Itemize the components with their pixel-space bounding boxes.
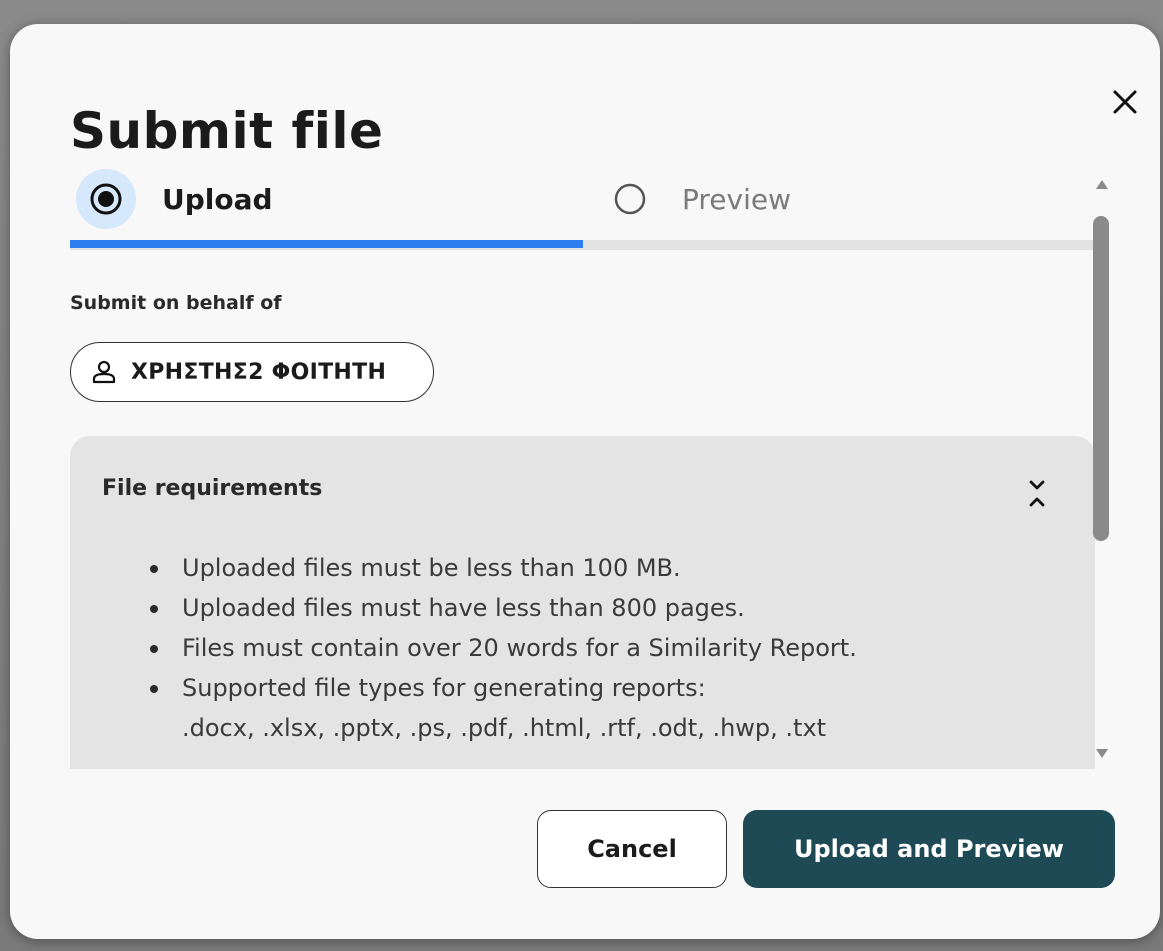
content-scrollbar[interactable] bbox=[1092, 174, 1112, 774]
upload-and-preview-button[interactable]: Upload and Preview bbox=[743, 810, 1115, 888]
step-preview-label: Preview bbox=[682, 182, 791, 216]
collapse-expand-icon bbox=[1029, 480, 1045, 507]
scroll-down-icon bbox=[1096, 749, 1108, 758]
requirement-item: Supported file types for generating repo… bbox=[144, 668, 857, 748]
supported-file-types: .docx, .xlsx, .pptx, .ps, .pdf, .html, .… bbox=[182, 714, 827, 742]
requirements-toggle-button[interactable] bbox=[1020, 474, 1054, 514]
submit-file-dialog: Submit file Upload Preview Submit on beh… bbox=[10, 24, 1160, 939]
dialog-content: Upload Preview Submit on behalf of ΧΡΗΣΤ… bbox=[70, 164, 1095, 769]
user-name: ΧΡΗΣΤΗΣ2 ΦΟΙΤΗΤΗ bbox=[131, 359, 387, 385]
step-progress-fill bbox=[70, 240, 583, 248]
step-preview[interactable]: Preview bbox=[600, 164, 791, 234]
radio-selected-icon bbox=[76, 169, 136, 229]
requirement-item: Uploaded files must be less than 100 MB. bbox=[144, 548, 857, 588]
requirements-list: Uploaded files must be less than 100 MB.… bbox=[144, 548, 857, 748]
scroll-up-button[interactable] bbox=[1092, 174, 1112, 194]
scroll-down-button[interactable] bbox=[1092, 744, 1112, 764]
submit-on-behalf-label: Submit on behalf of bbox=[70, 292, 282, 314]
close-icon bbox=[1113, 90, 1137, 114]
requirement-item: Files must contain over 20 words for a S… bbox=[144, 628, 857, 668]
user-icon bbox=[91, 359, 117, 385]
cancel-button[interactable]: Cancel bbox=[537, 810, 727, 888]
user-chip[interactable]: ΧΡΗΣΤΗΣ2 ΦΟΙΤΗΤΗ bbox=[70, 342, 434, 402]
dialog-title: Submit file bbox=[70, 102, 384, 160]
close-button[interactable] bbox=[1105, 82, 1145, 122]
file-requirements-title: File requirements bbox=[102, 476, 323, 501]
file-requirements-panel: File requirements Uploaded files must be… bbox=[70, 436, 1095, 769]
scroll-thumb[interactable] bbox=[1093, 216, 1109, 541]
radio-unselected-icon bbox=[600, 169, 660, 229]
step-upload-label: Upload bbox=[162, 182, 273, 216]
step-upload[interactable]: Upload bbox=[76, 164, 273, 234]
stepper: Upload Preview bbox=[70, 164, 1095, 254]
scroll-up-icon bbox=[1096, 180, 1108, 189]
requirement-item: Uploaded files must have less than 800 p… bbox=[144, 588, 857, 628]
requirement-item-text: Supported file types for generating repo… bbox=[182, 674, 706, 702]
